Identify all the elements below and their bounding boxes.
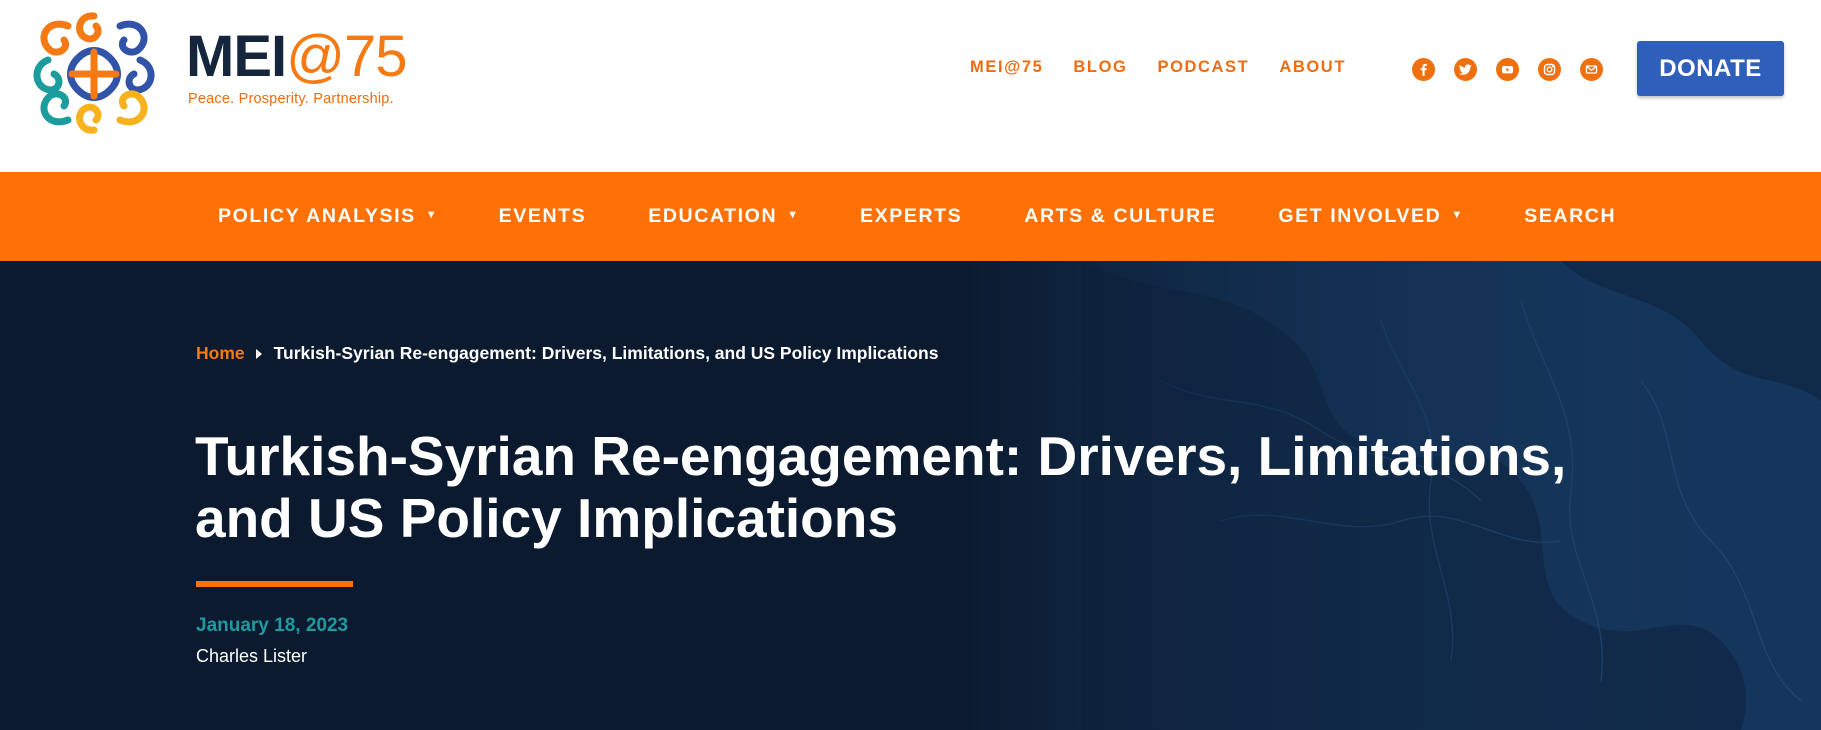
title-divider [196, 581, 353, 587]
donate-button[interactable]: DONATE [1637, 41, 1784, 96]
nav-label: POLICY ANALYSIS [218, 205, 416, 227]
nav-education[interactable]: EDUCATION ▼ [648, 205, 798, 228]
social-links [1412, 58, 1603, 81]
logo-accent: @75 [286, 24, 407, 89]
nav-policy-analysis[interactable]: POLICY ANALYSIS ▼ [218, 205, 437, 228]
twitter-icon[interactable] [1454, 58, 1477, 81]
util-nav-blog[interactable]: BLOG [1073, 58, 1127, 77]
util-nav-about[interactable]: ABOUT [1279, 58, 1346, 77]
breadcrumb: Home Turkish-Syrian Re-engagement: Drive… [196, 343, 938, 364]
site-header: MEI@75 Peace. Prosperity. Partnership. M… [0, 0, 1821, 172]
utility-nav: MEI@75 BLOG PODCAST ABOUT [970, 58, 1376, 77]
breadcrumb-chevron-icon [255, 348, 262, 359]
instagram-icon[interactable] [1538, 58, 1561, 81]
facebook-icon[interactable] [1412, 58, 1435, 81]
logo-wordmark[interactable]: MEI@75 [186, 28, 408, 86]
author-link[interactable]: Charles Lister [196, 646, 307, 667]
publish-date: January 18, 2023 [196, 615, 349, 636]
caret-down-icon: ▼ [425, 208, 437, 221]
main-nav: POLICY ANALYSIS ▼ EVENTS EDUCATION ▼ EXPER… [0, 172, 1821, 261]
util-nav-podcast[interactable]: PODCAST [1157, 58, 1249, 77]
caret-down-icon: ▼ [787, 208, 799, 221]
nav-search[interactable]: SEARCH [1524, 205, 1616, 228]
article-hero: Home Turkish-Syrian Re-engagement: Drive… [0, 261, 1821, 730]
youtube-icon[interactable] [1496, 58, 1519, 81]
logo-name: MEI [186, 24, 287, 89]
nav-label: GET INVOLVED [1278, 205, 1442, 227]
nav-label: EXPERTS [860, 205, 963, 227]
nav-events[interactable]: EVENTS [499, 205, 587, 228]
article-title: Turkish-Syrian Re-engagement: Drivers, L… [195, 425, 1567, 549]
nav-label: EVENTS [498, 205, 587, 227]
nav-label: EDUCATION [648, 205, 778, 227]
email-icon[interactable] [1580, 58, 1603, 81]
breadcrumb-home-link[interactable]: Home [196, 343, 245, 364]
caret-down-icon: ▼ [1451, 208, 1463, 221]
nav-label: ARTS & CULTURE [1024, 205, 1217, 227]
util-nav-mei75[interactable]: MEI@75 [970, 58, 1043, 77]
nav-experts[interactable]: EXPERTS [860, 205, 962, 228]
nav-get-involved[interactable]: GET INVOLVED ▼ [1278, 205, 1462, 228]
nav-arts-culture[interactable]: ARTS & CULTURE [1024, 205, 1216, 228]
nav-label: SEARCH [1524, 205, 1617, 227]
mei-logo-icon[interactable] [28, 8, 160, 138]
logo-tagline: Peace. Prosperity. Partnership. [188, 91, 394, 107]
breadcrumb-current: Turkish-Syrian Re-engagement: Drivers, L… [273, 343, 939, 363]
